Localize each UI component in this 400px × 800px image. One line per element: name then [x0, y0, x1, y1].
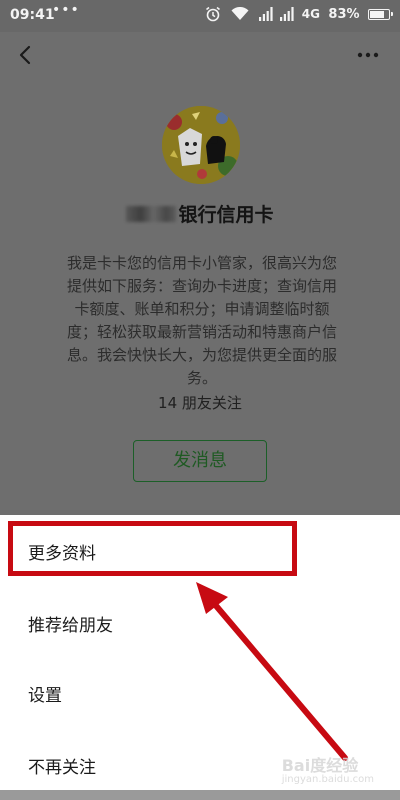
recommend-to-friend-item[interactable]: 推荐给朋友 — [0, 587, 400, 657]
battery-icon — [368, 8, 393, 20]
name-redaction — [126, 206, 177, 222]
back-button[interactable] — [12, 40, 42, 70]
network-type: 4G — [301, 7, 320, 21]
more-dots-icon — [357, 52, 379, 58]
watermark: Bai度经验 jingyan.baidu.com — [282, 752, 374, 785]
unfollow-label: 不再关注 — [28, 758, 96, 778]
watermark-sub: jingyan.baidu.com — [281, 774, 374, 785]
battery-fill — [370, 10, 385, 18]
recommend-to-friend-label: 推荐给朋友 — [28, 616, 113, 636]
account-name: 银行信用卡 — [0, 200, 400, 227]
more-button[interactable] — [350, 40, 386, 70]
alarm-icon — [205, 6, 221, 22]
avatar — [162, 106, 240, 184]
follower-label: 朋友关注 — [181, 394, 242, 412]
account-name-text: 银行信用卡 — [178, 204, 274, 226]
follower-info: 14 朋友关注 — [0, 392, 400, 413]
send-message-button[interactable]: 发消息 — [133, 440, 267, 482]
status-time: 09:41 — [10, 7, 55, 23]
top-bar — [0, 32, 400, 78]
account-description: 我是卡卡您的信用卡小管家，很高兴为您提供如下服务：查询办卡进度；查询信用卡额度、… — [66, 254, 337, 387]
settings-label: 设置 — [28, 686, 62, 706]
status-icons: 4G 83% — [205, 6, 393, 26]
chevron-left-icon — [19, 45, 31, 65]
watermark-text: Bai度经验 — [281, 756, 359, 775]
signal-icon — [258, 7, 273, 21]
bottom-strip — [0, 790, 400, 800]
highlight-box — [8, 521, 297, 576]
settings-item[interactable]: 设置 — [0, 657, 400, 727]
signal-icon-2 — [280, 7, 294, 21]
status-bar: 09:41 ••• 4G 83% — [0, 0, 400, 32]
battery-percent: 83% — [328, 6, 360, 22]
follower-count: 14 — [158, 394, 178, 412]
wifi-icon — [231, 7, 249, 21]
cartoon-avatar-icon — [162, 106, 240, 184]
status-notification-dots: ••• — [52, 2, 80, 18]
